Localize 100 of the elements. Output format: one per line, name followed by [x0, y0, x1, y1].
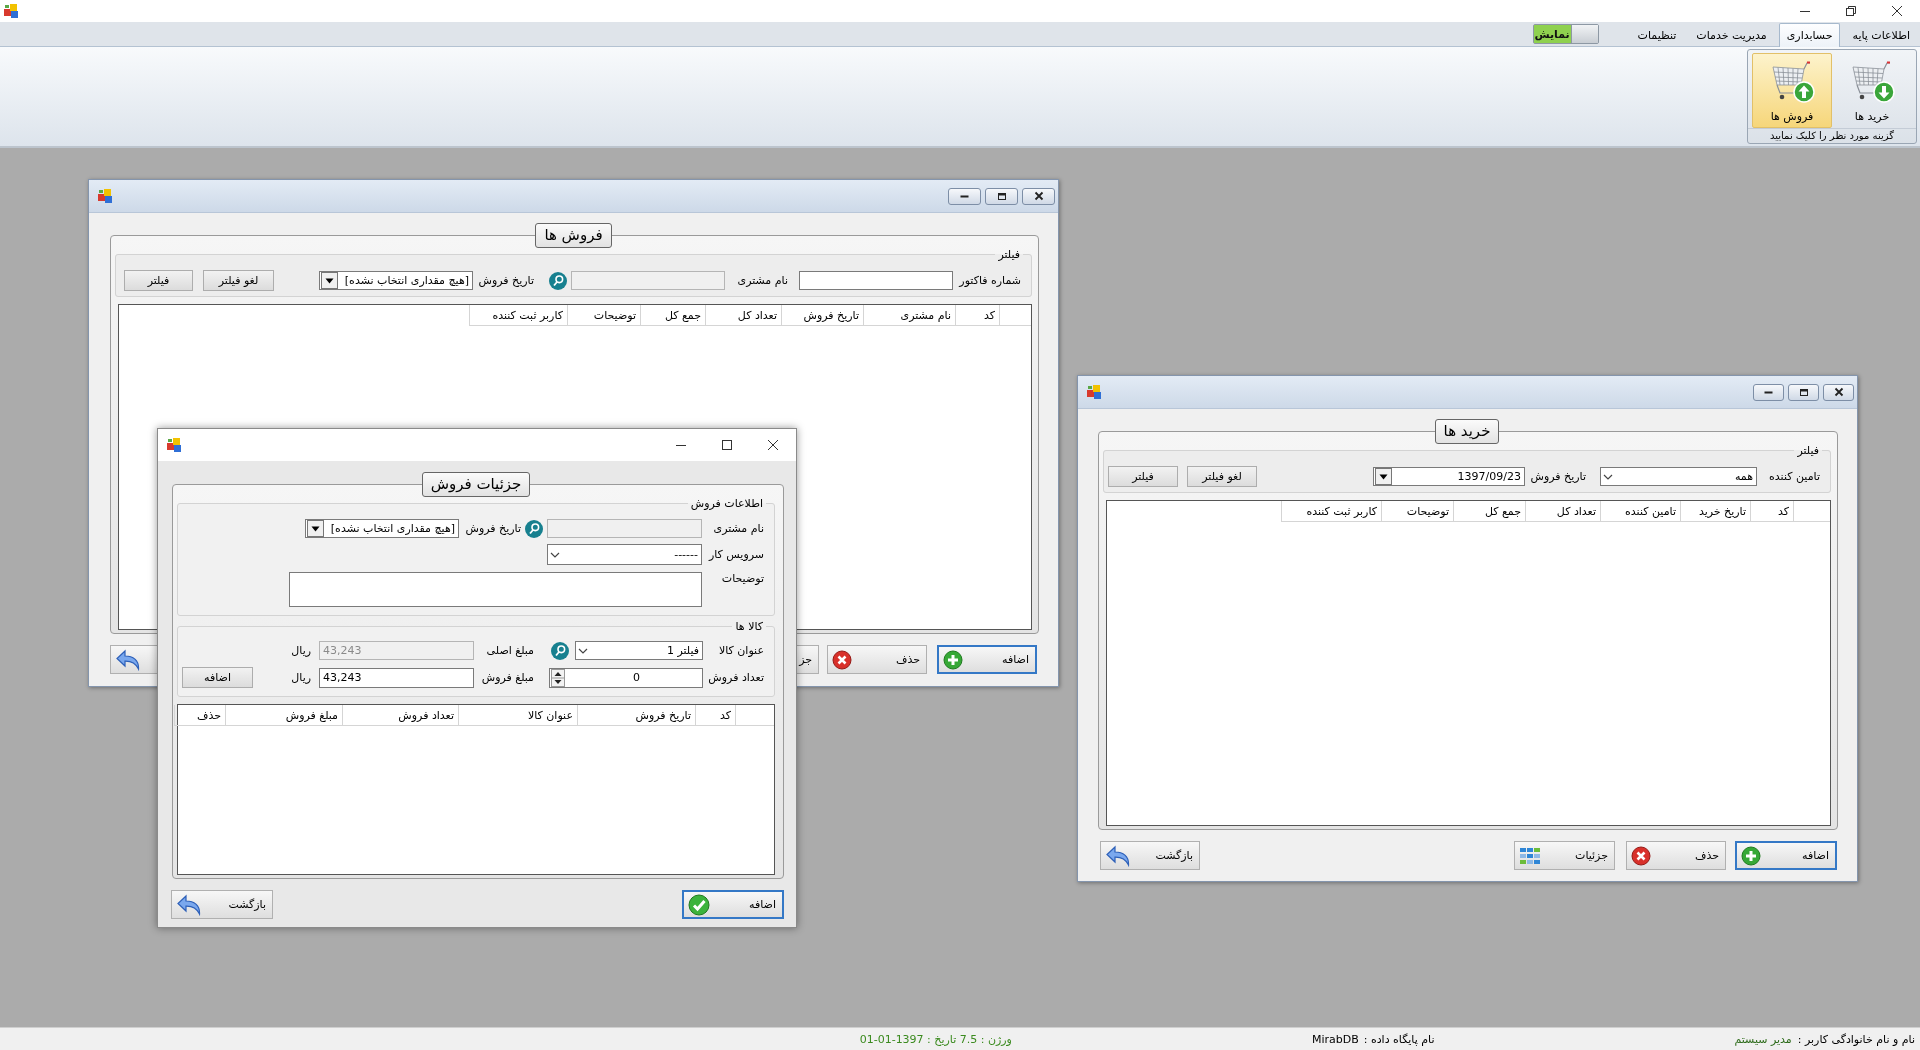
field-label: نام مشتری	[737, 274, 788, 287]
ribbon-button[interactable]: فروش ها	[1752, 53, 1832, 128]
date-picker[interactable]: 1397/09/23	[1373, 467, 1525, 486]
column-header[interactable]: نام مشتری	[863, 305, 955, 326]
spinner-arrows-icon	[551, 668, 565, 687]
column-header[interactable]: کد	[695, 705, 735, 726]
notes-field[interactable]	[289, 572, 702, 607]
details-button[interactable]: جزئیات	[1514, 841, 1615, 870]
date-picker[interactable]: [هیچ مقداری انتخاب نشده]	[305, 519, 459, 538]
combo-box[interactable]: فیلتر 1	[575, 641, 703, 660]
column-header[interactable]: تاریخ فروش	[577, 705, 695, 726]
close-button[interactable]	[1022, 187, 1055, 205]
table-icon	[1519, 846, 1541, 865]
panel-title: فیلتر	[997, 248, 1021, 261]
delete-button[interactable]: حذف	[827, 645, 927, 674]
column-header[interactable]: تاریخ خرید	[1680, 501, 1750, 522]
field-label: نام مشتری	[713, 522, 764, 535]
column-header[interactable]: مبلغ فروش	[225, 705, 342, 726]
shopping-cart-icon	[1849, 60, 1895, 104]
filter-button[interactable]: فیلتر	[124, 270, 193, 291]
display-toggle[interactable]: نمایش	[1532, 24, 1599, 44]
maximize-button[interactable]	[985, 187, 1018, 205]
ribbon-tab[interactable]: مدیریت خدمات	[1688, 23, 1775, 46]
ribbon-tab[interactable]: اطلاعات پایه	[1844, 23, 1918, 46]
column-header[interactable]: تامین کننده	[1600, 501, 1680, 522]
column-header[interactable]: تعداد کل	[705, 305, 781, 326]
version-text: ورژن : 7.5 تاریخ : 1397-01-01	[859, 1032, 1012, 1046]
column-header[interactable]: جمع کل	[640, 305, 705, 326]
text-field[interactable]: 43,243	[319, 667, 474, 688]
text-field[interactable]	[799, 271, 953, 290]
row-header-cell	[1793, 501, 1830, 522]
back-arrow-icon	[1105, 844, 1131, 867]
app-icon	[1086, 384, 1102, 400]
panel-title: کالا ها	[734, 620, 764, 633]
field-label: تاریخ فروش	[478, 274, 534, 287]
add-item-button[interactable]: اضافه	[182, 667, 253, 688]
row-header-cell	[999, 305, 1031, 326]
date-picker[interactable]: [هیچ مقداری انتخاب نشده]	[319, 271, 473, 290]
status-label: نام پایگاه داده :	[1363, 1032, 1435, 1046]
field-label: توضیحات	[721, 572, 764, 585]
field-label: تاریخ فروش	[1530, 470, 1586, 483]
column-header[interactable]: توضیحات	[1381, 501, 1453, 522]
group-title: جزئیات فروش	[421, 472, 531, 497]
shopping-cart-icon	[1769, 60, 1815, 104]
app-icon	[3, 3, 19, 19]
group-title: خرید ها	[1434, 419, 1500, 444]
ribbon-tab[interactable]: حسابداری	[1778, 23, 1841, 47]
column-header[interactable]: کد	[1750, 501, 1793, 522]
column-header[interactable]: تاریخ فروش	[781, 305, 863, 326]
back-arrow-icon	[176, 893, 202, 916]
column-header[interactable]: حذف	[174, 705, 225, 726]
clear-filter-button[interactable]: لغو فیلتر	[203, 270, 274, 291]
field-label: تاریخ فروش	[465, 522, 521, 535]
filter-button[interactable]: فیلتر	[1108, 466, 1178, 487]
back-arrow-icon	[115, 648, 141, 671]
search-icon	[549, 271, 567, 290]
search-icon	[525, 519, 543, 538]
plus-icon	[1741, 845, 1761, 866]
maximize-button[interactable]	[1788, 383, 1819, 401]
add-button[interactable]: اضافه	[1735, 841, 1837, 870]
ribbon-button[interactable]: خرید ها	[1832, 53, 1912, 128]
close-icon	[1892, 6, 1902, 16]
field-label: مبلغ فروش	[481, 671, 534, 684]
add-button[interactable]: اضافه	[937, 645, 1037, 674]
app-icon	[166, 437, 182, 453]
column-header[interactable]: جمع کل	[1453, 501, 1525, 522]
group-caption: گزینه مورد نظر را کلیک نمایید	[1748, 128, 1916, 143]
column-header[interactable]: توضیحات	[567, 305, 640, 326]
column-header[interactable]: تعداد فروش	[342, 705, 458, 726]
plus-icon	[943, 649, 963, 670]
status-value: مدیر سیستم	[1734, 1032, 1792, 1046]
group-title: فروش ها	[535, 223, 612, 248]
panel-title: فیلتر	[1796, 444, 1820, 457]
check-icon	[688, 893, 710, 916]
back-button[interactable]: بازگشت	[171, 890, 273, 919]
status-value: MirabDB	[1311, 1032, 1359, 1046]
panel-title: اطلاعات فروش	[689, 497, 764, 510]
column-header[interactable]: کاربر ثبت کننده	[469, 305, 567, 326]
combo-box[interactable]: ------	[547, 544, 702, 565]
delete-button[interactable]: حذف	[1626, 841, 1726, 870]
field-label: مبلغ اصلی	[486, 644, 534, 657]
field-label: سرویس کار	[708, 548, 764, 561]
maximize-icon	[722, 440, 732, 450]
delete-icon	[1631, 845, 1651, 866]
combo-box[interactable]: همه	[1600, 467, 1757, 486]
number-spinner[interactable]: 0	[549, 667, 703, 688]
clear-filter-button[interactable]: لغو فیلتر	[1187, 466, 1257, 487]
field-label: ریال	[291, 644, 311, 657]
field-label: شماره فاکتور	[959, 274, 1021, 287]
field-label: تعداد فروش	[708, 671, 764, 684]
column-header[interactable]: کد	[955, 305, 999, 326]
close-button[interactable]	[1823, 383, 1854, 401]
status-label: نام و نام خانوادگی کاربر :	[1797, 1032, 1915, 1046]
column-header[interactable]: تعداد کل	[1525, 501, 1600, 522]
ribbon-tab[interactable]: تنظیمات	[1629, 23, 1685, 46]
column-header[interactable]: عنوان کالا	[458, 705, 577, 726]
back-button[interactable]: بازگشت	[1100, 841, 1200, 870]
add-button[interactable]: اضافه	[682, 890, 784, 919]
column-header[interactable]: کاربر ثبت کننده	[1281, 501, 1381, 522]
close-icon	[768, 440, 778, 450]
